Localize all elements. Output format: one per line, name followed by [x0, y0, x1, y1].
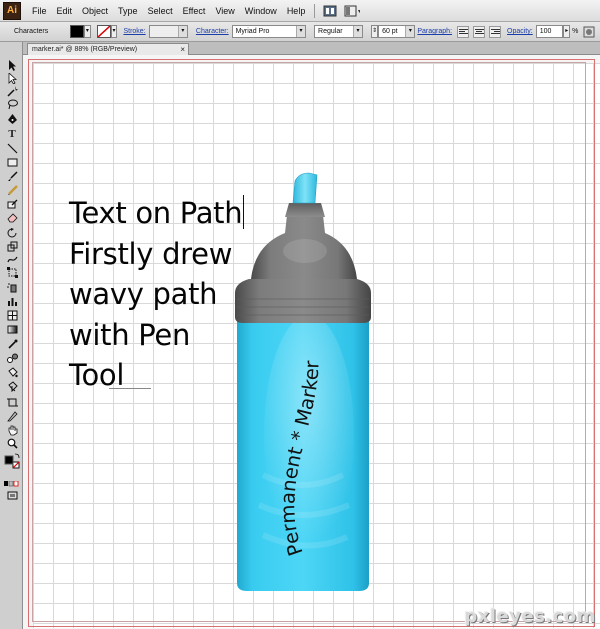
app-logo: Ai [3, 1, 21, 20]
live-paint-selection-tool-icon[interactable] [6, 381, 18, 392]
document-tab-strip: marker.ai* @ 88% (RGB/Preview) × [23, 42, 600, 55]
chevron-down-icon: ▾ [353, 26, 363, 37]
column-graph-tool-icon[interactable] [6, 296, 18, 307]
opacity-field[interactable]: 100 [535, 25, 564, 38]
hand-tool-icon[interactable] [6, 425, 18, 436]
gradient-tool-icon[interactable] [6, 324, 18, 335]
illustrator-window: Ai File Edit Object Type Select Effect V… [0, 0, 600, 629]
document-tab[interactable]: marker.ai* @ 88% (RGB/Preview) × [27, 43, 189, 55]
font-size-value: 60 pt [382, 28, 398, 35]
text-line-1-content: Text on Path [69, 196, 243, 230]
stroke-weight-field[interactable]: ▾ [148, 25, 188, 38]
align-right-icon[interactable] [489, 25, 502, 38]
control-panel-label: Characters [14, 28, 49, 35]
crop-area-tool-icon[interactable] [6, 397, 18, 408]
fill-swatch[interactable] [70, 25, 84, 38]
selection-tool-icon[interactable] [6, 60, 18, 71]
opacity-percent: % [572, 28, 579, 35]
canvas-text-block[interactable]: Text on Path Firstly drew wavy path with… [69, 193, 245, 396]
font-family-value: Myriad Pro [235, 28, 270, 35]
tools-panel: T [0, 42, 23, 629]
font-size-stepper-icon[interactable]: ⇕ [371, 25, 379, 38]
opacity-dropdown-arrow-icon[interactable]: ▸ [563, 25, 571, 38]
text-line-2: Firstly drew [69, 236, 233, 271]
menu-bar: Ai File Edit Object Type Select Effect V… [0, 0, 600, 22]
text-baseline-rule [109, 388, 151, 389]
stroke-swatch[interactable] [96, 25, 111, 38]
marker-cap-top [285, 203, 325, 217]
text-line-4: with Pen [69, 317, 191, 352]
menu-help[interactable]: Help [282, 2, 311, 20]
menu-edit[interactable]: Edit [52, 2, 78, 20]
paintbrush-tool-icon[interactable] [6, 171, 18, 182]
font-style-select[interactable]: Regular ▾ [314, 25, 364, 38]
text-line-1: Text on Path [69, 193, 245, 234]
line-segment-tool-icon[interactable] [6, 143, 18, 154]
graphic-styles-icon[interactable] [581, 25, 597, 39]
opacity-link[interactable]: Opacity: [507, 28, 533, 35]
control-bar: Characters ▾ ▾ Stroke: ▾ Character: Myri… [0, 22, 600, 42]
marker-cap-highlight [283, 239, 327, 263]
chevron-down-icon: ▾ [177, 26, 187, 37]
blob-brush-tool-icon[interactable] [6, 199, 18, 210]
paragraph-link[interactable]: Paragraph: [417, 28, 452, 35]
lasso-tool-icon[interactable] [6, 99, 18, 110]
menu-file[interactable]: File [27, 2, 52, 20]
fill-dropdown-arrow-icon[interactable]: ▾ [83, 25, 91, 38]
font-size-field[interactable]: 60 pt ▾ [378, 25, 416, 38]
font-style-value: Regular [318, 28, 343, 35]
screen-mode-icon[interactable] [6, 490, 18, 501]
menu-type[interactable]: Type [113, 2, 143, 20]
align-left-icon[interactable] [457, 25, 470, 38]
free-transform-tool-icon[interactable] [6, 267, 18, 278]
text-cursor [243, 195, 245, 229]
type-tool-icon[interactable]: T [6, 128, 18, 140]
zoom-tool-icon[interactable] [6, 438, 18, 449]
color-mode-buttons-icon[interactable] [4, 478, 20, 489]
mesh-tool-icon[interactable] [6, 310, 18, 321]
menu-separator [314, 3, 316, 18]
direct-selection-tool-icon[interactable] [6, 73, 18, 84]
menu-select[interactable]: Select [143, 2, 178, 20]
watermark: pxleyes.com [464, 606, 596, 627]
arrange-documents-icon[interactable] [344, 4, 361, 18]
symbol-sprayer-tool-icon[interactable] [6, 282, 18, 293]
font-family-select[interactable]: Myriad Pro ▾ [231, 25, 307, 38]
document-tab-title: marker.ai* @ 88% (RGB/Preview) [32, 46, 138, 53]
scale-tool-icon[interactable] [6, 241, 18, 252]
marker-cap-band [235, 279, 371, 323]
menu-window[interactable]: Window [240, 2, 282, 20]
magic-wand-tool-icon[interactable] [6, 86, 18, 97]
blend-tool-icon[interactable] [6, 353, 18, 364]
live-paint-bucket-tool-icon[interactable] [6, 367, 18, 378]
menu-effect[interactable]: Effect [178, 2, 211, 20]
text-line-5: Tool [69, 358, 125, 392]
opacity-value: 100 [539, 28, 552, 35]
chevron-down-icon: ▾ [296, 26, 306, 37]
pen-tool-icon[interactable] [6, 114, 18, 125]
slice-tool-icon[interactable] [6, 411, 18, 422]
rotate-tool-icon[interactable] [6, 228, 18, 239]
eraser-tool-icon[interactable] [6, 212, 18, 223]
text-line-3: wavy path [69, 277, 218, 311]
chevron-down-icon: ▾ [405, 26, 415, 37]
bridge-icon[interactable] [322, 4, 338, 18]
warp-tool-icon[interactable] [6, 254, 18, 265]
align-center-icon[interactable] [473, 25, 486, 38]
eyedropper-tool-icon[interactable] [6, 339, 18, 350]
stroke-link[interactable]: Stroke: [123, 28, 145, 35]
document-canvas[interactable]: Permanent * Marker Text on Path Firstly … [23, 55, 600, 629]
fill-stroke-swatches-icon[interactable] [4, 453, 20, 471]
stroke-dropdown-arrow-icon[interactable]: ▾ [110, 25, 118, 38]
menu-view[interactable]: View [210, 2, 239, 20]
close-icon[interactable]: × [180, 44, 185, 55]
marker-tip [292, 172, 318, 204]
pencil-tool-icon[interactable] [6, 185, 18, 196]
character-link[interactable]: Character: [196, 28, 229, 35]
rectangle-tool-icon[interactable] [6, 157, 18, 168]
menu-object[interactable]: Object [77, 2, 113, 20]
